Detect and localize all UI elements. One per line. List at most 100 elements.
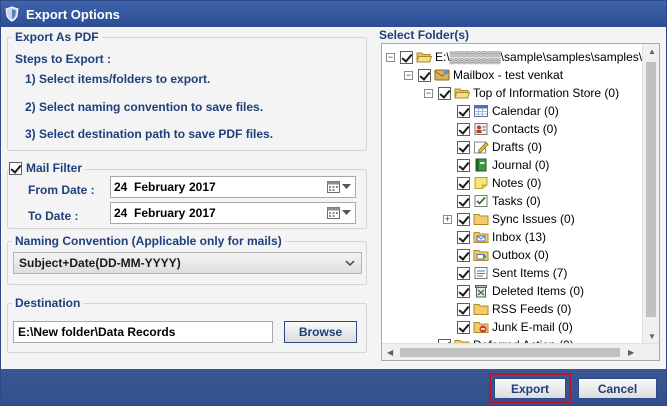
from-day: 24 [114, 180, 128, 194]
drafts-checkbox[interactable] [457, 140, 470, 154]
naming-convention-value: Subject+Date(DD-MM-YYYY) [19, 256, 181, 270]
tree-item-drafts[interactable]: Drafts (0) [457, 138, 542, 156]
folder-icon [473, 304, 489, 315]
tree-item-calendar[interactable]: Calendar (0) [457, 102, 559, 120]
expand-sync-issues-icon[interactable]: + [443, 215, 452, 224]
tree-item-mailbox[interactable]: Mailbox - test venkat [418, 66, 563, 84]
sync-issues-label: Sync Issues (0) [492, 212, 575, 226]
root-path-label: E:\▒▒▒▒▒▒\sample\samples\samples\ll [435, 50, 648, 64]
tasks-label: Tasks (0) [492, 194, 541, 208]
root-checkbox[interactable] [400, 50, 413, 64]
outbox-icon [473, 250, 489, 261]
to-calendar-dropdown-icon[interactable] [327, 206, 351, 219]
destination-legend: Destination [12, 296, 84, 310]
mail-filter-checkbox[interactable] [9, 161, 22, 175]
from-date-label: From Date : [28, 183, 95, 197]
tree-item-sync-issues[interactable]: Sync Issues (0) [457, 210, 575, 228]
naming-convention-select[interactable]: Subject+Date(DD-MM-YYYY) [13, 252, 362, 274]
step-3: 3) Select destination path to save PDF f… [25, 127, 274, 141]
tree-item-root[interactable]: E:\▒▒▒▒▒▒\sample\samples\samples\ll [400, 48, 647, 66]
inbox-icon [473, 232, 489, 243]
collapse-root-icon[interactable]: − [386, 53, 395, 62]
to-date-label: To Date : [28, 209, 79, 223]
contacts-icon [474, 123, 488, 135]
deleted-items-checkbox[interactable] [457, 284, 470, 298]
store-checkbox[interactable] [438, 86, 451, 100]
tasks-icon [474, 195, 488, 207]
export-as-pdf-legend: Export As PDF [12, 30, 102, 44]
to-year: 2017 [189, 206, 216, 220]
from-year: 2017 [189, 180, 216, 194]
drafts-icon [474, 141, 489, 154]
scroll-up-icon[interactable]: ▲ [648, 47, 656, 56]
folder-icon [473, 214, 489, 225]
contacts-checkbox[interactable] [457, 122, 470, 136]
open-folder-icon [416, 52, 432, 63]
browse-button[interactable]: Browse [284, 321, 357, 343]
calendar-icon [474, 105, 488, 117]
outbox-label: Outbox (0) [492, 248, 549, 262]
inbox-checkbox[interactable] [457, 230, 470, 244]
scroll-left-icon[interactable]: ◀ [387, 348, 393, 357]
from-date-picker[interactable]: 24 February 2017 [110, 176, 356, 198]
tree-item-inbox[interactable]: Inbox (13) [457, 228, 546, 246]
mail-filter-toggle[interactable]: Mail Filter [9, 161, 86, 175]
step-2: 2) Select naming convention to save file… [25, 100, 264, 114]
horizontal-scrollbar[interactable]: ◀ ▶ [382, 343, 659, 360]
notes-icon [474, 177, 488, 189]
tree-item-sent-items[interactable]: Sent Items (7) [457, 264, 567, 282]
horizontal-scroll-thumb[interactable] [400, 348, 620, 357]
drafts-label: Drafts (0) [492, 140, 543, 154]
from-calendar-dropdown-icon[interactable] [327, 180, 351, 193]
tree-item-notes[interactable]: Notes (0) [457, 174, 541, 192]
calendar-label: Calendar (0) [492, 104, 559, 118]
journal-label: Journal (0) [492, 158, 550, 172]
junk-email-label: Junk E-mail (0) [492, 320, 573, 334]
to-date-picker[interactable]: 24 February 2017 [110, 202, 356, 224]
tree-item-store[interactable]: Top of Information Store (0) [438, 84, 619, 102]
tasks-checkbox[interactable] [457, 194, 470, 208]
rss-feeds-checkbox[interactable] [457, 302, 470, 316]
scroll-right-icon[interactable]: ▶ [628, 348, 634, 357]
tree-item-contacts[interactable]: Contacts (0) [457, 120, 557, 138]
contacts-label: Contacts (0) [492, 122, 558, 136]
export-button[interactable]: Export [494, 378, 566, 399]
tree-item-outbox[interactable]: Outbox (0) [457, 246, 549, 264]
tree-item-tasks[interactable]: Tasks (0) [457, 192, 541, 210]
tree-item-rss-feeds[interactable]: RSS Feeds (0) [457, 300, 571, 318]
mailbox-icon [434, 69, 450, 81]
to-month: February [134, 206, 186, 220]
store-label: Top of Information Store (0) [473, 86, 620, 100]
select-folders-label: Select Folder(s) [379, 28, 470, 42]
mail-filter-label: Mail Filter [26, 161, 83, 175]
journal-checkbox[interactable] [457, 158, 470, 172]
collapse-mailbox-icon[interactable]: − [404, 71, 413, 80]
export-options-window: Export Options Export As PDF Steps to Ex… [0, 0, 667, 406]
vertical-scrollbar[interactable]: ▲ ▼ [642, 44, 659, 344]
destination-path-input[interactable]: E:\New folder\Data Records [13, 321, 273, 343]
sent-items-checkbox[interactable] [457, 266, 470, 280]
tree-item-junk-email[interactable]: Junk E-mail (0) [457, 318, 573, 336]
tree-item-journal[interactable]: Journal (0) [457, 156, 549, 174]
app-shield-icon [5, 6, 19, 22]
deleted-items-label: Deleted Items (0) [492, 284, 585, 298]
outbox-checkbox[interactable] [457, 248, 470, 262]
sent-items-label: Sent Items (7) [492, 266, 568, 280]
junk-email-checkbox[interactable] [457, 320, 470, 334]
rss-feeds-label: RSS Feeds (0) [492, 302, 572, 316]
mailbox-checkbox[interactable] [418, 68, 431, 82]
tree-item-deleted-items[interactable]: Deleted Items (0) [457, 282, 584, 300]
footer-bar: Export Cancel [1, 369, 666, 405]
folder-tree[interactable]: − E:\▒▒▒▒▒▒\sample\samples\samples\ll − … [381, 43, 660, 361]
sync-issues-checkbox[interactable] [457, 212, 470, 226]
to-day: 24 [114, 206, 128, 220]
notes-checkbox[interactable] [457, 176, 470, 190]
scroll-down-icon[interactable]: ▼ [648, 332, 656, 341]
cancel-button[interactable]: Cancel [578, 378, 657, 399]
from-month: February [134, 180, 186, 194]
deleted-items-icon [475, 285, 487, 298]
calendar-checkbox[interactable] [457, 104, 470, 118]
title-bar: Export Options [1, 1, 666, 27]
vertical-scroll-thumb[interactable] [646, 62, 656, 317]
collapse-store-icon[interactable]: − [424, 89, 433, 98]
